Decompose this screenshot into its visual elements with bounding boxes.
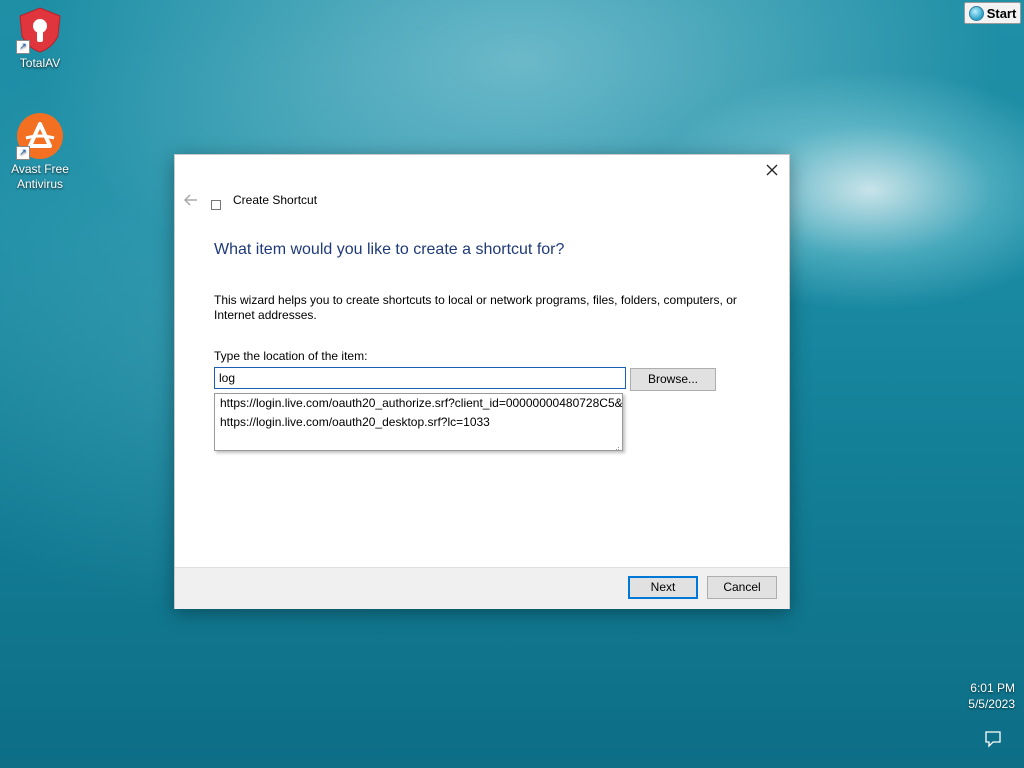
avast-icon: ↗ bbox=[16, 112, 64, 160]
browse-button[interactable]: Browse... bbox=[630, 368, 716, 391]
wizard-description: This wizard helps you to create shortcut… bbox=[214, 293, 737, 322]
create-shortcut-dialog: Create Shortcut What item would you like… bbox=[174, 154, 790, 609]
start-label: Start bbox=[986, 5, 1017, 21]
clock-date: 5/5/2023 bbox=[968, 697, 1015, 711]
location-input[interactable] bbox=[214, 367, 626, 389]
dialog-title: Create Shortcut bbox=[233, 193, 318, 207]
desktop-icon-avast[interactable]: ↗ Avast Free Antivirus bbox=[4, 112, 76, 192]
autocomplete-item[interactable]: https://login.live.com/oauth20_desktop.s… bbox=[215, 413, 622, 432]
shortcut-arrow-icon: ↗ bbox=[16, 146, 30, 160]
taskbar-clock[interactable]: 6:01 PM 5/5/2023 bbox=[968, 680, 1015, 712]
start-button[interactable]: Start bbox=[964, 2, 1021, 24]
shortcut-arrow-icon: ↗ bbox=[16, 40, 30, 54]
back-arrow-icon[interactable] bbox=[183, 193, 199, 207]
autocomplete-item[interactable]: https://login.live.com/oauth20_authorize… bbox=[215, 394, 622, 413]
cancel-button[interactable]: Cancel bbox=[707, 576, 777, 599]
autocomplete-dropdown: https://login.live.com/oauth20_authorize… bbox=[214, 393, 623, 451]
desktop-icon-label-line1: Avast Free bbox=[11, 162, 69, 176]
shortcut-wizard-icon bbox=[211, 200, 221, 210]
notification-icon[interactable] bbox=[984, 730, 1002, 748]
desktop-icon-label-line2: Antivirus bbox=[16, 177, 63, 191]
close-icon[interactable] bbox=[763, 161, 781, 179]
resize-grip-icon[interactable] bbox=[612, 440, 620, 450]
page-heading: What item would you like to create a sho… bbox=[214, 241, 565, 258]
desktop-icon-totalav[interactable]: ↗ TotalAV bbox=[4, 6, 76, 71]
location-label: Type the location of the item: bbox=[214, 349, 368, 363]
desktop-icon-label: TotalAV bbox=[19, 56, 61, 70]
totalav-icon: ↗ bbox=[16, 6, 64, 54]
clock-time: 6:01 PM bbox=[970, 681, 1015, 695]
windows-orb-icon bbox=[968, 5, 984, 21]
next-button[interactable]: Next bbox=[628, 576, 698, 599]
